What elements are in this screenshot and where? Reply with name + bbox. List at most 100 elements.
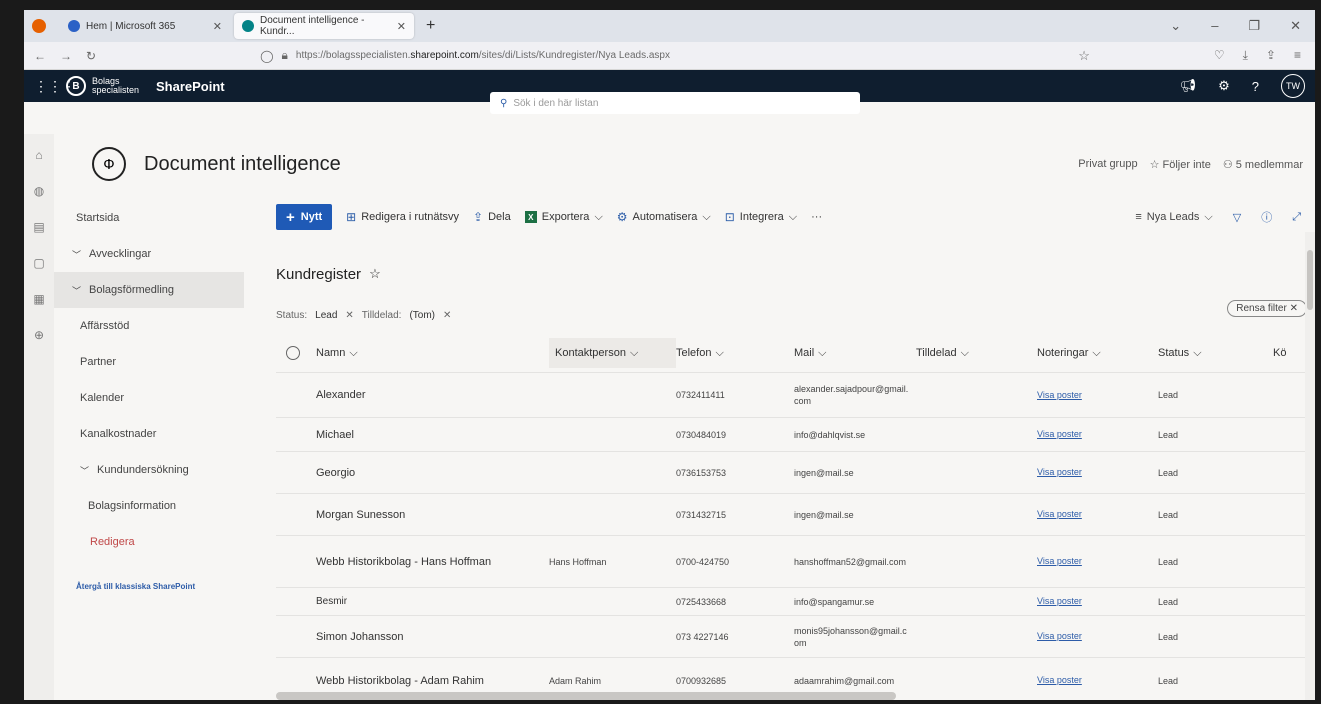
expand-icon[interactable]: ⤢ xyxy=(1292,211,1301,224)
minimize-icon[interactable]: – xyxy=(1211,18,1218,34)
clear-filter-button[interactable]: Rensa filter ✕ xyxy=(1227,300,1307,317)
forward-icon[interactable]: → xyxy=(60,49,72,63)
cell-namn[interactable]: Alexander xyxy=(316,389,549,401)
visa-poster-link[interactable]: Visa poster xyxy=(1037,596,1082,606)
chevron-down-icon[interactable]: ⌄ xyxy=(1170,18,1181,34)
home-icon[interactable]: ⌂ xyxy=(35,148,42,162)
visa-poster-link[interactable]: Visa poster xyxy=(1037,429,1082,439)
column-header-noteringar[interactable]: Noteringar ⌵ xyxy=(1037,347,1158,360)
download-icon[interactable]: ⤓ xyxy=(1243,48,1248,63)
info-icon[interactable]: ⓘ xyxy=(1261,209,1272,225)
cell-namn[interactable]: Simon Johansson xyxy=(316,631,549,643)
app-launcher-icon[interactable]: ⋮⋮⋮ xyxy=(34,78,76,95)
cell-namn[interactable]: Webb Historikbolag - Adam Rahim xyxy=(316,675,549,687)
column-header-telefon[interactable]: Telefon ⌵ xyxy=(676,347,794,360)
members-button[interactable]: ⚇ 5 medlemmar xyxy=(1223,158,1303,171)
list-icon[interactable]: ▦ xyxy=(33,292,44,306)
nav-item-kalender[interactable]: Kalender xyxy=(54,380,244,416)
favorite-star-icon[interactable]: ☆ xyxy=(369,266,381,283)
classic-sharepoint-link[interactable]: Återgå till klassiska SharePoint xyxy=(54,582,244,591)
nav-item-kundundersokning[interactable]: ﹀ Kundundersökning xyxy=(54,452,244,488)
browser-tab-document-intelligence[interactable]: Document intelligence - Kundr... ✕ xyxy=(234,13,414,39)
cell-namn[interactable]: Webb Historikbolag - Hans Hoffman xyxy=(316,556,549,568)
visa-poster-link[interactable]: Visa poster xyxy=(1037,675,1082,685)
nav-item-partner[interactable]: Partner xyxy=(54,344,244,380)
news-icon[interactable]: ▤ xyxy=(33,220,44,234)
reload-icon[interactable]: ↻ xyxy=(86,49,96,63)
help-icon[interactable]: ? xyxy=(1252,79,1259,94)
cell-namn[interactable]: Georgio xyxy=(316,467,549,479)
visa-poster-link[interactable]: Visa poster xyxy=(1037,509,1082,519)
export-button[interactable]: X Exportera ⌵ xyxy=(524,211,603,224)
visa-poster-link[interactable]: Visa poster xyxy=(1037,390,1082,400)
extensions-icon[interactable]: ⇪ xyxy=(1266,48,1276,63)
scrollbar-thumb[interactable] xyxy=(1307,250,1313,310)
globe-icon[interactable]: ◍ xyxy=(34,184,44,198)
close-tab-icon[interactable]: ✕ xyxy=(397,20,406,33)
table-row[interactable]: Michael 0730484019 info@dahlqvist.se Vis… xyxy=(276,417,1315,451)
table-row[interactable]: Besmir 0725433668 info@spangamur.se Visa… xyxy=(276,587,1315,615)
vertical-scrollbar[interactable] xyxy=(1305,232,1315,700)
site-logo-icon[interactable]: Ф xyxy=(92,147,126,181)
sharepoint-brand[interactable]: SharePoint xyxy=(156,79,225,94)
close-window-icon[interactable]: ✕ xyxy=(1290,18,1301,34)
table-row[interactable]: Morgan Sunesson 0731432715 ingen@mail.se… xyxy=(276,493,1315,535)
nav-item-kanalkostnader[interactable]: Kanalkostnader xyxy=(54,416,244,452)
grid-edit-button[interactable]: ⊞ Redigera i rutnätsvy xyxy=(346,210,459,224)
new-item-button[interactable]: + Nytt xyxy=(276,204,333,230)
view-lines-icon: ≡ xyxy=(1135,211,1142,223)
filter-icon[interactable]: ▽ xyxy=(1233,211,1241,224)
table-row[interactable]: Georgio 0736153753 ingen@mail.se Visa po… xyxy=(276,451,1315,493)
megaphone-icon[interactable]: 📢︎ xyxy=(1180,78,1197,94)
column-header-mail[interactable]: Mail ⌵ xyxy=(794,347,916,359)
org-logo-icon[interactable]: B xyxy=(66,76,86,96)
select-all-checkbox[interactable] xyxy=(276,346,316,360)
browser-tab-m365[interactable]: Hem | Microsoft 365 ✕ xyxy=(60,13,230,39)
add-circle-icon[interactable]: ⊕ xyxy=(34,328,44,342)
new-tab-icon[interactable]: + xyxy=(418,17,443,35)
search-input[interactable]: ⚲ Sök i den här listan xyxy=(490,92,860,114)
address-bar[interactable]: ◯ 🔒︎ https://bolagsspecialisten.sharepoi… xyxy=(260,48,1200,64)
follow-button[interactable]: ☆ Följer inte xyxy=(1150,158,1211,171)
visa-poster-link[interactable]: Visa poster xyxy=(1037,631,1082,641)
column-header-status[interactable]: Status ⌵ xyxy=(1158,347,1273,360)
integrate-button[interactable]: ⊡ Integrera ⌵ xyxy=(725,210,797,224)
nav-item-affarsstod[interactable]: Affärsstöd xyxy=(54,308,244,344)
column-header-kontaktperson[interactable]: Kontaktperson ⌵ xyxy=(549,338,676,368)
cell-namn[interactable]: Michael xyxy=(316,429,549,441)
automate-button[interactable]: ⚙ Automatisera ⌵ xyxy=(617,210,711,224)
share-button[interactable]: ⇪ Dela xyxy=(473,210,511,224)
settings-gear-icon[interactable]: ⚙ xyxy=(1218,78,1230,94)
cell-namn[interactable]: Morgan Sunesson xyxy=(316,509,549,521)
horizontal-scrollbar[interactable] xyxy=(276,692,896,700)
remove-filter-icon[interactable]: ✕ xyxy=(443,310,451,321)
view-selector[interactable]: ≡ Nya Leads ⌵ xyxy=(1135,211,1212,224)
star-icon: ☆ xyxy=(1149,158,1160,171)
table-row[interactable]: Alexander 0732411411 alexander.sajadpour… xyxy=(276,372,1315,417)
column-header-tilldelad[interactable]: Tilldelad ⌵ xyxy=(916,347,1037,360)
nav-edit-link[interactable]: Redigera xyxy=(54,524,244,560)
bookmark-star-icon[interactable]: ☆ xyxy=(1078,48,1090,64)
nav-item-bolagsinformation[interactable]: Bolagsinformation xyxy=(54,488,244,524)
close-tab-icon[interactable]: ✕ xyxy=(213,20,222,33)
menu-icon[interactable]: ≡ xyxy=(1294,48,1301,63)
more-button[interactable]: ··· xyxy=(811,211,822,223)
back-icon[interactable]: ← xyxy=(34,49,46,63)
remove-filter-icon[interactable]: ✕ xyxy=(345,310,353,321)
nav-item-startsida[interactable]: Startsida xyxy=(54,200,244,236)
table-row[interactable]: Webb Historikbolag - Hans Hoffman Hans H… xyxy=(276,535,1315,587)
site-title[interactable]: Document intelligence xyxy=(144,153,341,176)
avatar[interactable]: TW xyxy=(1281,74,1305,98)
file-icon[interactable]: ▢ xyxy=(33,256,44,270)
cell-mail: monis95johansson@gmail.com xyxy=(794,625,907,648)
cell-namn[interactable]: Besmir xyxy=(316,596,549,607)
visa-poster-link[interactable]: Visa poster xyxy=(1037,556,1082,566)
table-row[interactable]: Simon Johansson 073 4227146 monis95johan… xyxy=(276,615,1315,657)
cell-telefon: 0700932685 xyxy=(676,675,727,686)
nav-item-bolagsformedling[interactable]: ﹀ Bolagsförmedling xyxy=(54,272,244,308)
restore-icon[interactable]: ❐ xyxy=(1248,18,1260,34)
pocket-icon[interactable]: ♡ xyxy=(1214,48,1225,63)
nav-item-avvecklingar[interactable]: ﹀ Avvecklingar xyxy=(54,236,244,272)
column-header-namn[interactable]: Namn ⌵ xyxy=(316,347,549,360)
visa-poster-link[interactable]: Visa poster xyxy=(1037,467,1082,477)
